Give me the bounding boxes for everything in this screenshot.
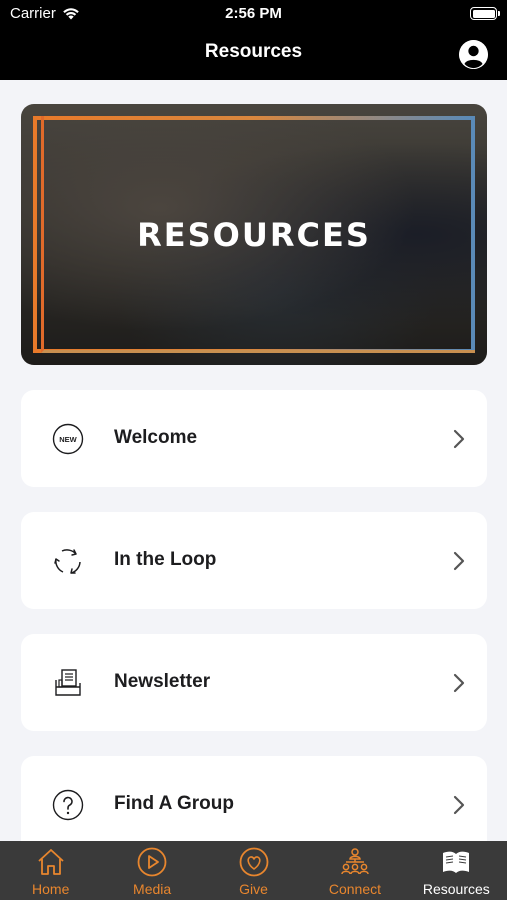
status-bar: Carrier 2:56 PM — [0, 0, 507, 28]
heart-circle-icon — [239, 847, 268, 877]
chevron-right-icon — [453, 795, 465, 815]
tab-media[interactable]: Media — [101, 841, 202, 900]
profile-button[interactable] — [459, 40, 488, 69]
tab-label: Resources — [422, 881, 490, 897]
tab-label: Give — [239, 881, 268, 897]
tab-give[interactable]: Give — [203, 841, 304, 900]
newsletter-icon — [55, 669, 81, 696]
loop-arrows-icon — [54, 549, 81, 574]
tab-home[interactable]: Home — [0, 841, 101, 900]
people-network-icon — [341, 848, 369, 875]
chevron-right-icon — [453, 673, 465, 693]
battery-icon — [470, 7, 500, 20]
menu-item-in-the-loop[interactable]: In the Loop — [21, 512, 487, 609]
tab-label: Home — [32, 881, 70, 897]
tab-connect[interactable]: Connect — [304, 841, 405, 900]
menu-item-newsletter[interactable]: Newsletter — [21, 634, 487, 731]
resources-banner[interactable]: RESOURCES — [21, 104, 487, 365]
new-badge-icon: NEW — [52, 423, 84, 455]
play-circle-icon — [137, 847, 167, 877]
tab-label: Connect — [328, 881, 381, 897]
menu-item-find-a-group[interactable]: Find A Group — [21, 756, 487, 853]
menu-item-label: Find A Group — [114, 793, 234, 814]
status-time: 2:56 PM — [225, 5, 282, 22]
question-circle-icon — [52, 789, 84, 821]
banner-title: RESOURCES — [137, 216, 371, 254]
menu-item-label: In the Loop — [114, 549, 217, 570]
navigation-bar: Resources — [0, 28, 507, 80]
home-icon — [38, 849, 64, 875]
new-badge-text: NEW — [59, 435, 77, 444]
book-icon — [443, 851, 470, 873]
chevron-right-icon — [453, 551, 465, 571]
menu-item-label: Welcome — [114, 427, 198, 448]
menu-item-welcome[interactable]: NEW Welcome — [21, 390, 487, 487]
menu-item-label: Newsletter — [114, 671, 211, 692]
chevron-right-icon — [453, 429, 465, 449]
person-circle-icon — [459, 40, 488, 69]
page-title: Resources — [204, 41, 303, 62]
tab-label: Media — [133, 881, 172, 897]
tab-bar: Home Media Give Connect Resources — [0, 841, 507, 900]
tab-resources[interactable]: Resources — [406, 841, 507, 900]
